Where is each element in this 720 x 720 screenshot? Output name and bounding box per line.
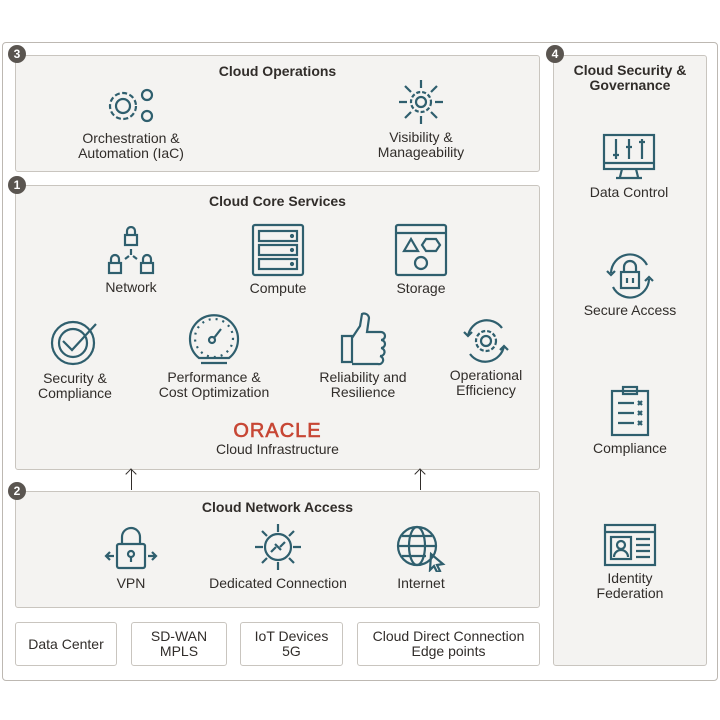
storage-shapes-icon xyxy=(394,223,448,277)
item-label: Internet xyxy=(397,575,445,591)
compliance-item: Compliance xyxy=(550,385,710,456)
internet-item: Internet xyxy=(341,524,501,591)
dedicated-connection-item: Dedicated Connection xyxy=(198,522,358,591)
check-shield-icon xyxy=(50,320,97,366)
performance-item: Performance & Cost Optimization xyxy=(134,310,294,400)
item-label: Compliance xyxy=(593,440,667,456)
vpn-item: VPN xyxy=(51,524,211,591)
box-label: IoT Devices xyxy=(254,628,329,644)
source-iot-5g: IoT Devices 5G xyxy=(240,622,343,666)
compute-item: Compute xyxy=(198,223,358,296)
plug-connection-icon xyxy=(255,524,301,570)
orchestration-item: Orchestration & Automation (IaC) xyxy=(51,85,211,161)
secure-access-item: Secure Access xyxy=(550,253,710,318)
server-icon xyxy=(251,223,305,277)
panel-title: Cloud Core Services xyxy=(209,193,346,209)
item-label: Compute xyxy=(249,280,307,296)
arrow-up xyxy=(131,470,132,490)
gears-icon xyxy=(108,88,154,123)
arrow-up xyxy=(420,470,421,490)
panel-title-line: Governance xyxy=(589,77,671,93)
item-label: Dedicated Connection xyxy=(209,575,347,591)
item-label: Orchestration & xyxy=(82,130,180,146)
step-badge-2: 2 xyxy=(8,482,26,500)
box-label: 5G xyxy=(282,643,301,659)
speedometer-icon xyxy=(188,314,240,365)
item-label: Compliance xyxy=(38,385,112,401)
visibility-item: Visibility & Manageability xyxy=(341,78,501,160)
item-label: Storage xyxy=(396,280,446,296)
network-locks-icon xyxy=(107,226,155,275)
lock-cycle-icon xyxy=(606,253,654,299)
step-badge-1: 1 xyxy=(8,176,26,194)
item-label: Security & xyxy=(43,370,107,386)
item-label: Visibility & xyxy=(389,129,453,145)
item-label: Identity xyxy=(607,570,653,586)
panel-title: Cloud Network Access xyxy=(201,499,354,515)
step-badge-4: 4 xyxy=(546,45,564,63)
globe-cursor-icon xyxy=(396,525,446,572)
storage-item: Storage xyxy=(341,223,501,296)
oracle-wordmark: ORACLE xyxy=(233,420,322,442)
identity-federation-item: Identity Federation xyxy=(550,523,710,601)
id-card-icon xyxy=(603,523,657,567)
box-label: Data Center xyxy=(28,635,104,652)
box-label: Cloud Direct Connection xyxy=(372,628,525,644)
item-label: Automation (IaC) xyxy=(78,145,184,161)
box-label: MPLS xyxy=(159,643,199,659)
item-label: Operational xyxy=(449,367,523,383)
step-badge-3: 3 xyxy=(8,45,26,63)
monitor-sliders-icon xyxy=(602,133,656,180)
source-sdwan-mpls: SD-WAN MPLS xyxy=(131,622,227,666)
item-label: VPN xyxy=(116,575,146,591)
panel-title: Cloud Operations xyxy=(218,63,337,79)
panel-title: Cloud Security & Governance xyxy=(554,63,706,93)
box-label: SD-WAN xyxy=(150,628,208,644)
vpn-lock-icon xyxy=(104,526,158,570)
operational-efficiency-item: Operational Efficiency xyxy=(406,318,566,398)
item-label: Federation xyxy=(596,585,664,601)
network-item: Network xyxy=(51,226,211,295)
item-label: Data Control xyxy=(589,184,669,200)
source-cloud-direct: Cloud Direct Connection Edge points xyxy=(357,622,540,666)
item-label: Performance & xyxy=(167,369,261,385)
item-label: Secure Access xyxy=(583,302,677,318)
data-control-item: Data Control xyxy=(549,133,709,200)
oracle-logo: ORACLE Cloud Infrastructure xyxy=(16,421,539,457)
oracle-subtitle: Cloud Infrastructure xyxy=(216,441,339,457)
item-label: Network xyxy=(105,279,157,295)
thumbs-up-icon xyxy=(340,312,387,366)
item-label: Cost Optimization xyxy=(158,384,270,400)
item-label: Manageability xyxy=(377,144,465,160)
gear-cycle-icon xyxy=(463,319,509,363)
item-label: Efficiency xyxy=(456,382,516,398)
box-label: Edge points xyxy=(411,643,486,659)
gear-arrows-icon xyxy=(399,80,443,124)
security-compliance-item: Security & Compliance xyxy=(0,315,155,401)
source-data-center: Data Center xyxy=(15,622,117,666)
panel-title-line: Cloud Security & xyxy=(573,62,687,78)
clipboard-checklist-icon xyxy=(610,385,650,437)
